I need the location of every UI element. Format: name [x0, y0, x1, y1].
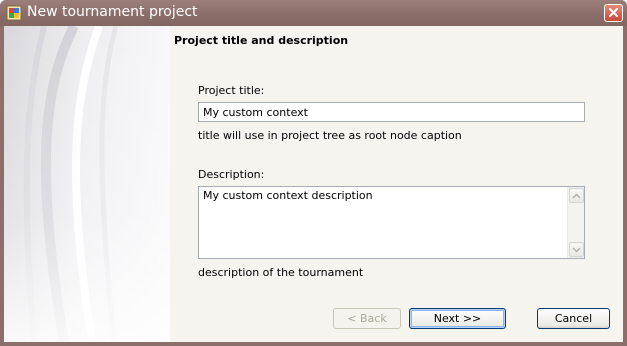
scroll-up-arrow-icon: [572, 193, 581, 198]
scroll-up-button[interactable]: [569, 188, 584, 203]
project-title-hint: title will use in project tree as root n…: [198, 129, 462, 142]
description-hint: description of the tournament: [198, 266, 364, 279]
project-title-input[interactable]: [198, 102, 585, 122]
dialog-window: New tournament project Project title and…: [0, 0, 627, 346]
description-label: Description:: [198, 168, 265, 181]
scroll-down-button[interactable]: [569, 242, 584, 257]
project-title-label: Project title:: [198, 84, 265, 97]
description-text: My custom context description: [203, 189, 373, 202]
wizard-side-banner: [4, 26, 170, 342]
description-textarea[interactable]: My custom context description: [198, 186, 585, 259]
page-title: Project title and description: [174, 34, 349, 47]
title-bar[interactable]: New tournament project: [0, 0, 627, 26]
next-button[interactable]: Next >>: [409, 308, 506, 329]
dialog-client-area: Project title and description Project ti…: [4, 26, 623, 342]
scroll-down-arrow-icon: [572, 247, 581, 252]
app-icon: [6, 5, 22, 21]
cancel-button[interactable]: Cancel: [537, 308, 610, 329]
back-button[interactable]: < Back: [333, 308, 401, 329]
close-icon: [609, 8, 618, 17]
description-scrollbar[interactable]: [567, 187, 584, 258]
banner-swoosh-graphic: [4, 26, 170, 342]
close-button[interactable]: [604, 4, 623, 22]
window-title: New tournament project: [27, 4, 198, 20]
